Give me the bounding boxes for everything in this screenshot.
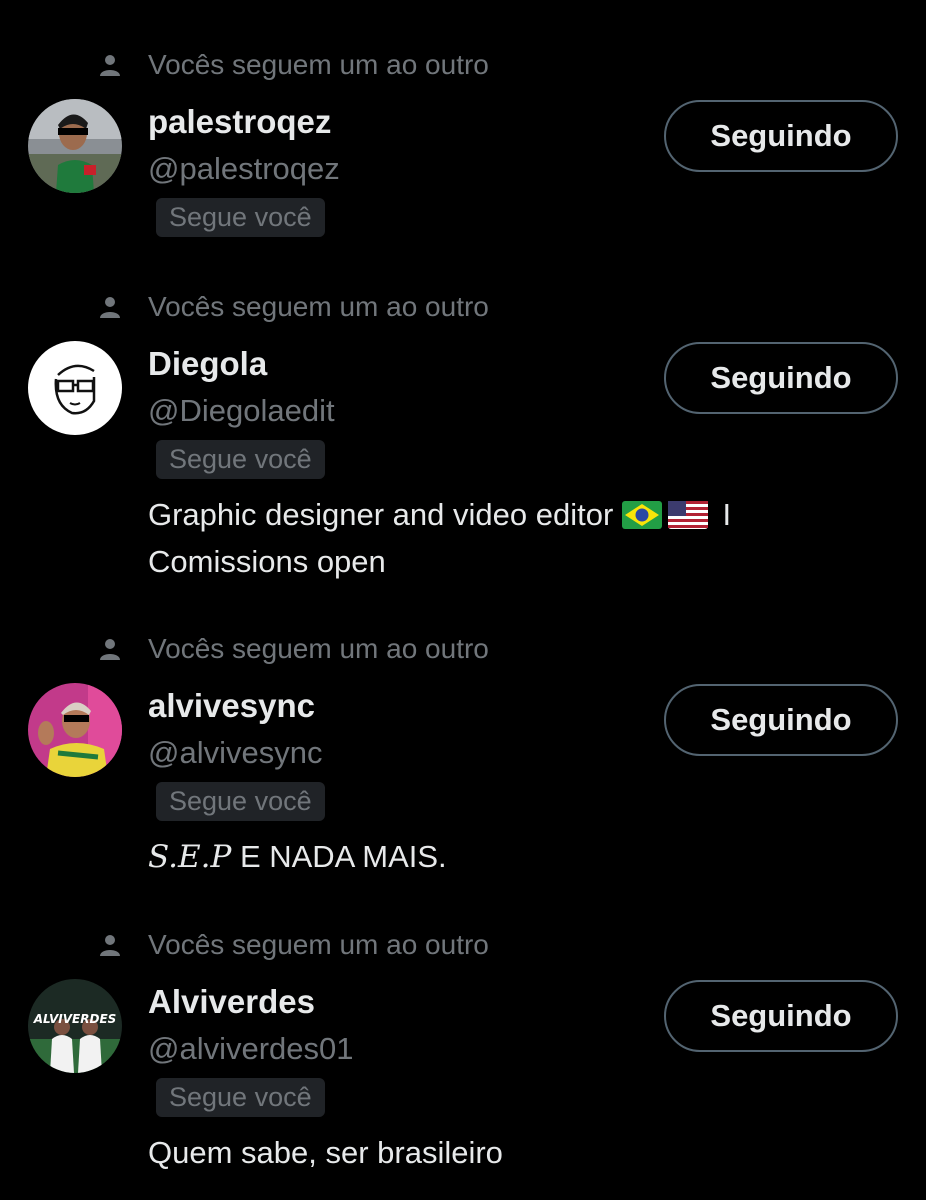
user-cell[interactable]: Vocês seguem um ao outro Diegola @Diegol… <box>0 287 926 587</box>
user-bio: S.E.P E NADA MAIS. <box>148 833 848 881</box>
follows-you-badge: Segue você <box>156 1078 325 1117</box>
user-cell[interactable]: Vocês seguem um ao outro alvivesync @alv… <box>0 629 926 889</box>
mutual-follow-label: Vocês seguem um ao outro <box>148 49 489 80</box>
person-icon <box>100 297 120 318</box>
display-name[interactable]: Alviverdes <box>148 983 315 1021</box>
avatar[interactable] <box>28 99 122 193</box>
user-bio: Graphic designer and video editor I Comi… <box>148 491 848 585</box>
avatar[interactable] <box>28 341 122 435</box>
bio-text: Graphic designer and video editor <box>148 497 614 532</box>
username-handle[interactable]: @Diegolaedit <box>148 393 335 429</box>
mutual-follow-context: Vocês seguem um ao outro <box>98 45 489 85</box>
mutual-follow-label: Vocês seguem um ao outro <box>148 633 489 664</box>
bio-text-line2: Comissions open <box>148 544 386 579</box>
user-bio: Quem sabe, ser brasileiro <box>148 1135 503 1170</box>
username-handle[interactable]: @alvivesync <box>148 735 322 771</box>
mutual-follow-label: Vocês seguem um ao outro <box>148 929 489 960</box>
person-icon <box>100 935 120 956</box>
mutual-follow-context: Vocês seguem um ao outro <box>98 629 489 669</box>
username-handle[interactable]: @alviverdes01 <box>148 1031 354 1067</box>
username-handle[interactable]: @palestroqez <box>148 151 340 187</box>
avatar[interactable]: ALVIVERDES <box>28 979 122 1073</box>
flag-usa-icon <box>667 501 708 529</box>
bio-styled-text: S.E.P <box>148 839 232 875</box>
user-cell[interactable]: Vocês seguem um ao outro ALVIVERDES Alvi… <box>0 925 926 1185</box>
flag-brazil-icon <box>621 501 662 529</box>
display-name[interactable]: Diegola <box>148 345 267 383</box>
mutual-follow-context: Vocês seguem um ao outro <box>98 925 489 965</box>
person-icon <box>100 639 120 660</box>
following-button[interactable]: Seguindo <box>664 684 898 756</box>
follows-you-badge: Segue você <box>156 440 325 479</box>
bio-text: E NADA MAIS. <box>231 839 447 874</box>
person-icon <box>100 55 120 76</box>
following-button[interactable]: Seguindo <box>664 980 898 1052</box>
following-button[interactable]: Seguindo <box>664 342 898 414</box>
bio-separator: I <box>722 497 732 532</box>
display-name[interactable]: palestroqez <box>148 103 331 141</box>
mutual-follow-label: Vocês seguem um ao outro <box>148 291 489 322</box>
follows-you-badge: Segue você <box>156 198 325 237</box>
avatar[interactable] <box>28 683 122 777</box>
team-logo-text: ALVIVERDES <box>33 1012 117 1026</box>
display-name[interactable]: alvivesync <box>148 687 315 725</box>
follows-you-badge: Segue você <box>156 782 325 821</box>
following-button[interactable]: Seguindo <box>664 100 898 172</box>
user-cell[interactable]: Vocês seguem um ao outro palestroqez @pa… <box>0 45 926 245</box>
mutual-follow-context: Vocês seguem um ao outro <box>98 287 489 327</box>
